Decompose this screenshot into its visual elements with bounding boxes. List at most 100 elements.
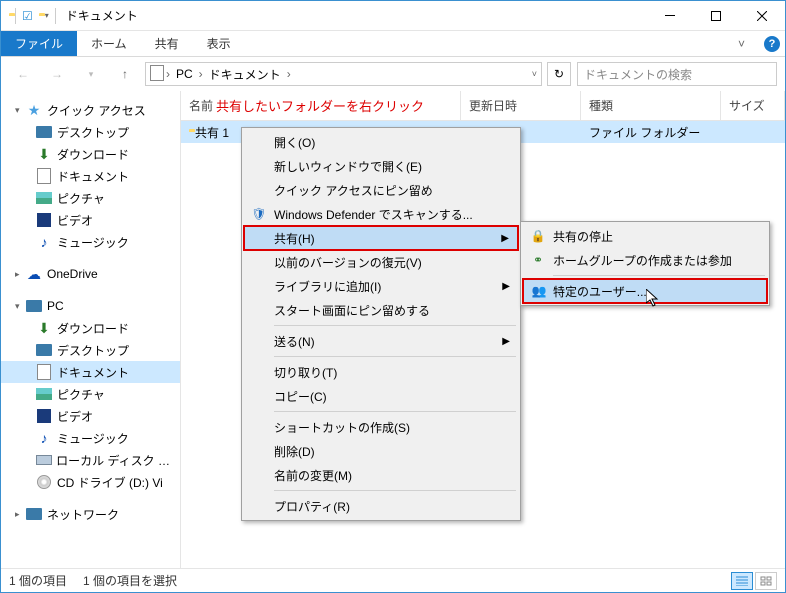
sidebar-quick-access[interactable]: ▾★クイック アクセス [1, 99, 180, 121]
details-view-button[interactable] [731, 572, 753, 590]
submenu-specific-users[interactable]: 👥特定のユーザー... [523, 279, 767, 303]
ctx-pin-quick-access[interactable]: クイック アクセスにピン留め [244, 178, 518, 202]
ctx-open[interactable]: 開く(O) [244, 130, 518, 154]
sidebar-cd-drive-d[interactable]: CD ドライブ (D:) Vi [1, 471, 180, 493]
search-input[interactable]: ドキュメントの検索 [577, 62, 777, 86]
help-button[interactable]: ? [759, 31, 785, 56]
window-controls [647, 1, 785, 31]
ctx-properties[interactable]: プロパティ(R) [244, 494, 518, 518]
sidebar-music[interactable]: ♪ミュージック [1, 231, 180, 253]
separator [274, 490, 516, 491]
separator [274, 325, 516, 326]
sidebar-network[interactable]: ▸ネットワーク [1, 503, 180, 525]
sidebar-videos[interactable]: ビデオ [1, 209, 180, 231]
share-submenu: 🔒共有の停止 ⚭ホームグループの作成または参加 👥特定のユーザー... [520, 221, 770, 306]
network-icon [25, 508, 43, 520]
ctx-open-new-window[interactable]: 新しいウィンドウで開く(E) [244, 154, 518, 178]
quick-access-toolbar: ☑ ▾ [9, 8, 56, 24]
star-icon: ★ [25, 102, 43, 119]
back-button[interactable]: ← [9, 60, 37, 88]
recent-dropdown-icon[interactable]: ▾ [77, 60, 105, 88]
homegroup-icon: ⚭ [529, 253, 547, 267]
chevron-right-icon[interactable]: › [197, 67, 205, 81]
home-tab[interactable]: ホーム [77, 31, 141, 56]
chevron-right-icon[interactable]: › [285, 67, 293, 81]
status-item-count: 1 個の項目 [9, 572, 67, 589]
pictures-icon [35, 192, 53, 204]
cloud-icon: ☁ [25, 266, 43, 283]
window-title: ドキュメント [66, 7, 138, 24]
ctx-delete[interactable]: 削除(D) [244, 439, 518, 463]
sidebar-pc[interactable]: ▾PC [1, 295, 180, 317]
music-icon: ♪ [35, 430, 53, 446]
crumb-pc[interactable]: PC [172, 67, 197, 81]
annotation-text: 共有したいフォルダーを右クリック [216, 96, 424, 115]
ctx-restore-version[interactable]: 以前のバージョンの復元(V) [244, 250, 518, 274]
ctx-pin-start[interactable]: スタート画面にピン留めする [244, 298, 518, 322]
separator [553, 275, 765, 276]
ctx-add-library[interactable]: ライブラリに追加(I)▶ [244, 274, 518, 298]
download-icon: ⬇ [35, 146, 53, 163]
sidebar-downloads[interactable]: ⬇ダウンロード [1, 143, 180, 165]
properties-qat-icon[interactable]: ☑ [22, 9, 33, 23]
pc-icon [25, 300, 43, 312]
sidebar-local-disk-c[interactable]: ローカル ディスク (C:) [1, 449, 180, 471]
up-button[interactable]: ↑ [111, 60, 139, 88]
sidebar-pc-downloads[interactable]: ⬇ダウンロード [1, 317, 180, 339]
sidebar-pc-documents[interactable]: ドキュメント [1, 361, 180, 383]
ctx-rename[interactable]: 名前の変更(M) [244, 463, 518, 487]
doc-icon [150, 65, 164, 84]
crumb-documents[interactable]: ドキュメント [205, 66, 285, 83]
help-icon: ? [764, 36, 780, 52]
ribbon-expand-icon[interactable]: ˅ [724, 31, 759, 56]
qat-dropdown-icon[interactable]: ▾ [45, 11, 49, 20]
sidebar-pc-music[interactable]: ♪ミュージック [1, 427, 180, 449]
document-icon [35, 364, 53, 380]
submenu-arrow-icon: ▶ [502, 336, 510, 347]
ctx-copy[interactable]: コピー(C) [244, 384, 518, 408]
sidebar-documents[interactable]: ドキュメント [1, 165, 180, 187]
close-button[interactable] [739, 1, 785, 31]
context-menu: 開く(O) 新しいウィンドウで開く(E) クイック アクセスにピン留め 🛡Win… [241, 127, 521, 521]
ctx-create-shortcut[interactable]: ショートカットの作成(S) [244, 415, 518, 439]
sidebar-desktop[interactable]: デスクトップ [1, 121, 180, 143]
music-icon: ♪ [35, 234, 53, 250]
ctx-send-to[interactable]: 送る(N)▶ [244, 329, 518, 353]
ctx-share[interactable]: 共有(H)▶ [244, 226, 518, 250]
titlebar: ☑ ▾ ドキュメント [1, 1, 785, 31]
minimize-button[interactable] [647, 1, 693, 31]
disk-icon [35, 455, 52, 465]
view-tab[interactable]: 表示 [193, 31, 245, 56]
ctx-cut[interactable]: 切り取り(T) [244, 360, 518, 384]
maximize-button[interactable] [693, 1, 739, 31]
sidebar-pictures[interactable]: ピクチャ [1, 187, 180, 209]
chevron-right-icon[interactable]: › [164, 67, 172, 81]
users-icon: 👥 [530, 284, 548, 298]
share-tab[interactable]: 共有 [141, 31, 193, 56]
forward-button[interactable]: → [43, 60, 71, 88]
breadcrumb[interactable]: › PC › ドキュメント › ˅ [145, 62, 542, 86]
refresh-button[interactable]: ↻ [547, 62, 571, 86]
sidebar-pc-desktop[interactable]: デスクトップ [1, 339, 180, 361]
column-size[interactable]: サイズ [721, 91, 785, 120]
file-tab[interactable]: ファイル [1, 31, 77, 56]
ctx-defender-scan[interactable]: 🛡Windows Defender でスキャンする... [244, 202, 518, 226]
submenu-homegroup[interactable]: ⚭ホームグループの作成または参加 [523, 248, 767, 272]
address-dropdown-icon[interactable]: ˅ [532, 69, 537, 79]
submenu-stop-sharing[interactable]: 🔒共有の停止 [523, 224, 767, 248]
sidebar-onedrive[interactable]: ▸☁OneDrive [1, 263, 180, 285]
status-bar: 1 個の項目 1 個の項目を選択 [1, 568, 785, 592]
column-date[interactable]: 更新日時 [461, 91, 581, 120]
lock-icon: 🔒 [529, 229, 547, 243]
separator [55, 8, 56, 24]
videos-icon [35, 213, 53, 227]
icons-view-button[interactable] [755, 572, 777, 590]
sidebar-pc-videos[interactable]: ビデオ [1, 405, 180, 427]
column-type[interactable]: 種類 [581, 91, 721, 120]
sidebar-pc-pictures[interactable]: ピクチャ [1, 383, 180, 405]
status-selected-count: 1 個の項目を選択 [83, 572, 177, 589]
submenu-arrow-icon: ▶ [502, 281, 510, 292]
cd-icon [35, 475, 53, 489]
address-bar-row: ← → ▾ ↑ › PC › ドキュメント › ˅ ↻ ドキュメントの検索 [1, 57, 785, 91]
download-icon: ⬇ [35, 320, 53, 337]
